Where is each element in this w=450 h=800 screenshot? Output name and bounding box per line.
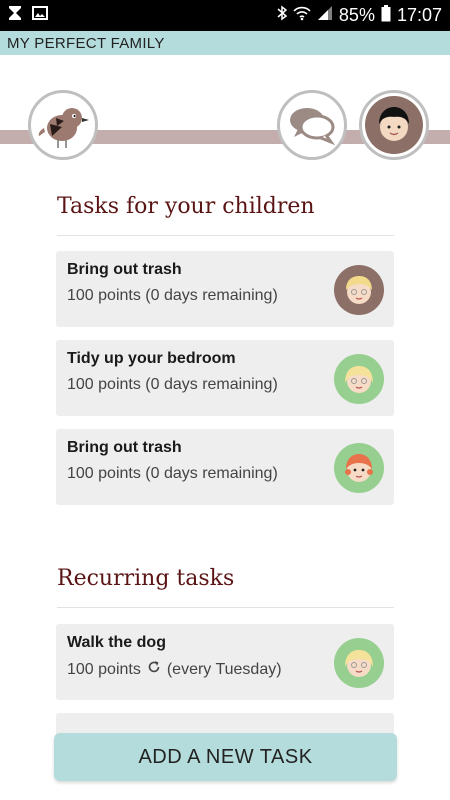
task-card[interactable]: Bring out trash 100 points (0 days remai… — [56, 251, 394, 327]
logo-button[interactable] — [28, 90, 98, 160]
child-avatar-icon — [334, 354, 384, 404]
chat-bubbles-icon — [283, 96, 341, 154]
child-avatar-icon — [334, 638, 384, 688]
header-strip — [0, 55, 450, 175]
task-card[interactable]: Tidy up your bedroom 100 points (0 days … — [56, 340, 394, 416]
task-schedule: (every Tuesday) — [166, 660, 282, 678]
parent-avatar-icon — [365, 96, 423, 154]
task-points: 100 points (0 days remaining) — [67, 287, 278, 304]
section-divider — [57, 235, 394, 236]
add-new-task-button[interactable]: ADD A NEW TASK — [54, 733, 397, 781]
battery-icon — [381, 4, 391, 27]
task-points: 100 points (0 days remaining) — [67, 465, 278, 482]
add-new-task-label: ADD A NEW TASK — [138, 745, 313, 768]
bird-logo-icon — [34, 96, 92, 154]
task-title: Bring out trash — [67, 261, 182, 278]
wifi-icon — [293, 5, 311, 26]
clock: 17:07 — [396, 5, 442, 25]
hourglass-icon — [8, 5, 22, 26]
status-bar: 85% 17:07 — [0, 0, 450, 31]
repeat-icon — [147, 660, 161, 679]
task-title: Walk the dog — [67, 634, 166, 651]
child-avatar-icon — [334, 443, 384, 493]
bluetooth-icon — [277, 5, 288, 26]
signal-icon — [317, 5, 333, 26]
messages-button[interactable] — [277, 90, 347, 160]
section-title-recurring-tasks: Recurring tasks — [57, 566, 235, 591]
recurring-task-card[interactable]: Walk the dog 100 points (every Tuesday) — [56, 624, 394, 700]
image-icon — [32, 6, 48, 25]
task-points: 100 points (0 days remaining) — [67, 376, 278, 393]
child-avatar-icon — [334, 265, 384, 315]
battery-percent: 85% — [338, 5, 375, 25]
app-title: MY PERFECT FAMILY — [7, 34, 165, 52]
task-title: Bring out trash — [67, 439, 182, 456]
task-points-row: 100 points (every Tuesday) — [67, 660, 282, 679]
section-title-children-tasks: Tasks for your children — [57, 194, 315, 219]
task-card[interactable]: Bring out trash 100 points (0 days remai… — [56, 429, 394, 505]
section-divider — [57, 607, 394, 608]
app-bar: MY PERFECT FAMILY — [0, 31, 450, 55]
task-title: Tidy up your bedroom — [67, 350, 236, 367]
task-points: 100 points — [67, 660, 141, 678]
profile-button[interactable] — [359, 90, 429, 160]
